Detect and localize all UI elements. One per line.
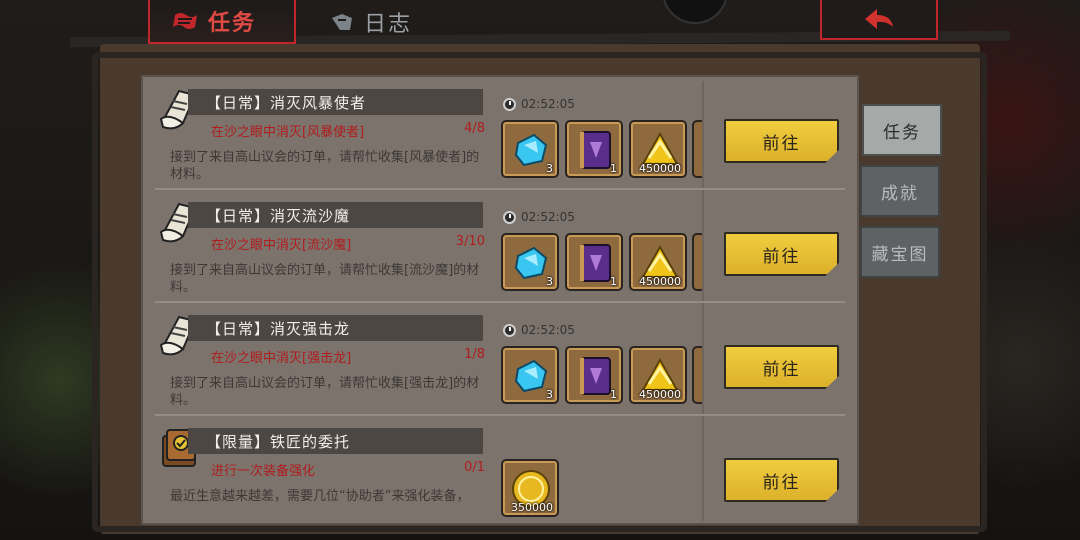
quest-title: 【日常】消灭风暴使者 [206,93,367,112]
tab-log[interactable]: 日志 [322,0,442,44]
quest-title-bar: 【日常】消灭强击龙 [188,315,483,341]
quest-row: 【日常】消灭风暴使者 在沙之眼中消灭[风暴使者] 4/8 接到了来自高山议会的订… [143,77,857,190]
quest-row: 【限量】铁匠的委托 进行一次装备强化 0/1 最近生意越来越差，需要几位“协助者… [143,416,857,523]
timer-text: 02:52:05 [521,210,575,224]
quest-title-bar: 【日常】消灭流沙魔 [188,202,483,228]
go-button-label: 前往 [762,133,801,154]
quest-title: 【日常】消灭强击龙 [206,319,351,338]
side-tab-quest[interactable]: 任务 [862,104,942,156]
quest-progress: 1/8 [464,347,485,362]
go-button-label: 前往 [762,359,801,380]
clock-icon [503,97,516,111]
reward-count: 1 [610,162,617,175]
reward-slot[interactable]: 450000 [629,346,687,404]
go-button[interactable]: 前往 [724,232,839,276]
crystal-icon [514,133,548,167]
quest-description: 接到了来自高山议会的订单，请帮忙收集[强击龙]的材料。 [170,376,480,408]
back-button[interactable] [820,0,938,40]
quest-row: 【日常】消灭流沙魔 在沙之眼中消灭[流沙魔] 3/10 接到了来自高山议会的订单… [143,190,857,303]
quest-progress: 4/8 [464,121,485,136]
quest-list-panel[interactable]: 【日常】消灭风暴使者 在沙之眼中消灭[风暴使者] 4/8 接到了来自高山议会的订… [141,75,859,525]
quest-title: 【限量】铁匠的委托 [206,432,351,451]
quest-objective: 进行一次装备强化 [211,464,316,479]
reward-count: 450000 [639,162,681,175]
reward-slot[interactable]: 1 [565,233,623,291]
go-button-label: 前往 [762,472,801,493]
quest-row: 【日常】消灭强击龙 在沙之眼中消灭[强击龙] 1/8 接到了来自高山议会的订单，… [143,303,857,416]
quest-description: 最近生意越来越差，需要几位“协助者”来强化装备， [170,489,470,504]
go-button[interactable]: 前往 [724,345,839,389]
reward-slot[interactable]: 3 [501,120,559,178]
quest-objective: 在沙之眼中消灭[风暴使者] [211,125,365,140]
back-arrow-icon [865,9,893,29]
reward-slot[interactable]: 3 [501,346,559,404]
go-button[interactable]: 前往 [724,458,839,502]
reward-slot[interactable]: 450000 [629,120,687,178]
quest-timer: 02:52:05 [503,97,575,111]
quest-title-bar: 【限量】铁匠的委托 [188,428,483,454]
quest-description: 接到了来自高山议会的订单，请帮忙收集[风暴使者]的材料。 [170,150,480,182]
reward-count: 450000 [639,275,681,288]
reward-count: 3 [546,162,553,175]
reward-slot[interactable]: 1 [565,120,623,178]
reward-slot-partial [692,233,702,291]
quest-progress: 3/10 [455,234,485,249]
reward-count: 1 [610,388,617,401]
reward-slot[interactable]: 450000 [629,233,687,291]
go-button-label: 前往 [762,246,801,267]
timer-text: 02:52:05 [521,323,575,337]
go-button[interactable]: 前往 [724,119,839,163]
quest-timer: 02:52:05 [503,323,575,337]
quest-progress: 0/1 [464,460,485,475]
reward-count: 350000 [511,501,553,514]
reward-slot-partial [692,346,702,404]
clock-icon [503,323,516,337]
timer-text: 02:52:05 [521,97,575,111]
tab-quest[interactable]: 任务 [148,0,296,44]
reward-slot[interactable]: 3 [501,233,559,291]
quest-title: 【日常】消灭流沙魔 [206,206,351,225]
quest-objective: 在沙之眼中消灭[流沙魔] [211,238,352,253]
quest-timer: 02:52:05 [503,210,575,224]
reward-count: 450000 [639,388,681,401]
side-tab-achievement[interactable]: 成就 [860,165,940,217]
quest-scroll-icon [173,13,197,29]
log-scroll-icon [332,14,352,30]
reward-slot[interactable]: 1 [565,346,623,404]
quest-objective: 在沙之眼中消灭[强击龙] [211,351,352,366]
reward-count: 3 [546,275,553,288]
crystal-icon [514,246,548,280]
quest-description: 接到了来自高山议会的订单，请帮忙收集[流沙魔]的材料。 [170,263,480,295]
side-tab-treasure-map[interactable]: 藏宝图 [860,226,940,278]
crystal-icon [514,359,548,393]
reward-slot[interactable]: 350000 [501,459,559,517]
clock-icon [503,210,516,224]
tab-quest-label: 任务 [208,11,257,36]
tab-log-label: 日志 [364,12,413,37]
reward-count: 1 [610,275,617,288]
quest-title-bar: 【日常】消灭风暴使者 [188,89,483,115]
reward-slot-partial [692,120,702,178]
reward-count: 3 [546,388,553,401]
